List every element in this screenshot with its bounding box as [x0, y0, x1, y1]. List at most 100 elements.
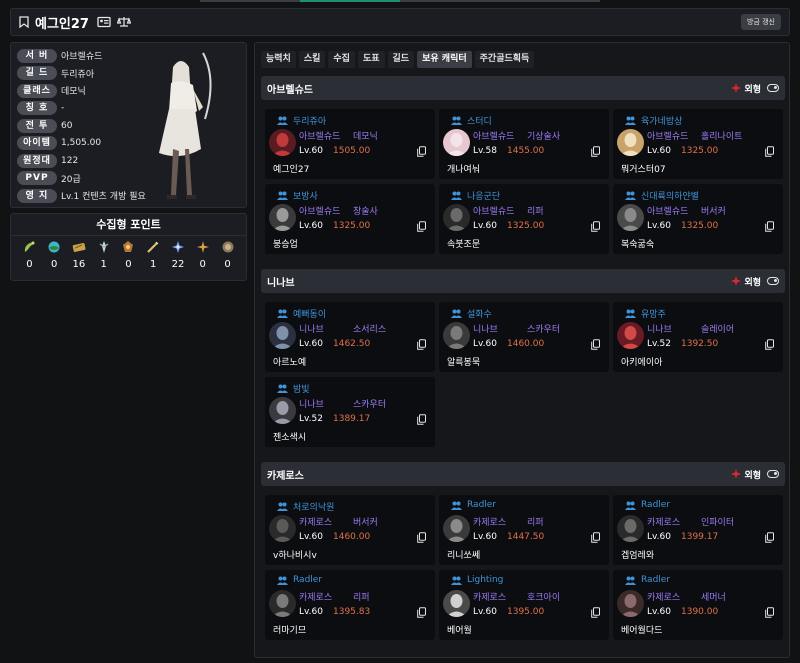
copy-icon[interactable]: [417, 414, 426, 425]
profile-row: 아이템 1,505.00: [17, 136, 101, 151]
profile-row-label: PVP: [17, 171, 57, 185]
copy-icon[interactable]: [417, 221, 426, 232]
character-avatar: [269, 515, 296, 542]
guild-link[interactable]: 스터디: [451, 114, 492, 127]
character-card[interactable]: Radler 카제로스 리퍼 Lv.60 1395.83 러마기므: [265, 570, 435, 640]
guild-name: 예뻐동이: [293, 310, 327, 320]
top-progress-accent: [300, 0, 400, 2]
guild-link[interactable]: 보방사: [277, 189, 318, 202]
character-card[interactable]: 밤빛 니나브 스카우터 Lv.52 1389.17 젠소색시: [265, 377, 435, 447]
copy-icon[interactable]: [591, 221, 600, 232]
guild-link[interactable]: 나응군단: [451, 189, 500, 202]
guild-link[interactable]: Radler: [625, 500, 670, 510]
character-card[interactable]: 신대륙의하얀별 아브렐슈드 버서커 Lv.60 1325.00 복숙굶숙: [613, 184, 783, 254]
character-card[interactable]: Lighting 카제로스 호크아이 Lv.60 1395.00 베어월: [439, 570, 609, 640]
character-avatar: [269, 322, 296, 349]
guild-link[interactable]: 처로의낙원: [277, 500, 334, 513]
character-server: 카제로스: [647, 518, 681, 528]
character-class: 인파이터: [701, 518, 735, 528]
copy-icon[interactable]: [765, 339, 774, 350]
guild-link[interactable]: 신대륙의하얀별: [625, 189, 699, 202]
character-level: Lv.60: [647, 607, 671, 617]
guild-link[interactable]: Radler: [451, 500, 496, 510]
guild-link[interactable]: Lighting: [451, 575, 503, 585]
character-card[interactable]: 육가네밥상 아브렐슈드 홀리나이트 Lv.60 1325.00 뭐거스터07: [613, 109, 783, 179]
guild-link[interactable]: Radler: [625, 575, 670, 585]
copy-icon[interactable]: [591, 339, 600, 350]
collectible-item: 0: [18, 240, 40, 270]
guild-link[interactable]: Radler: [277, 575, 322, 585]
tab-스킬[interactable]: 스킬: [298, 51, 326, 68]
copy-icon[interactable]: [765, 146, 774, 157]
copy-icon[interactable]: [591, 607, 600, 618]
tab-수집[interactable]: 수집: [328, 51, 355, 68]
tab-길드[interactable]: 길드: [387, 51, 415, 68]
copy-icon[interactable]: [765, 532, 774, 543]
character-avatar: [443, 322, 470, 349]
copy-icon[interactable]: [417, 339, 426, 350]
guild-name: Radler: [293, 575, 323, 585]
tab-도표[interactable]: 도표: [357, 51, 385, 68]
copy-icon[interactable]: [765, 221, 774, 232]
character-server: 카제로스: [299, 518, 333, 528]
guild-name: Lighting: [467, 575, 504, 585]
character-class: 리퍼: [527, 207, 544, 217]
guild-link[interactable]: 밤빛: [277, 382, 310, 395]
copy-icon[interactable]: [417, 607, 426, 618]
character-class: 리퍼: [353, 593, 370, 603]
bookmark-icon[interactable]: [19, 16, 29, 28]
tab-능력치[interactable]: 능력치: [261, 51, 296, 68]
tab-주간골드획득[interactable]: 주간골드획득: [474, 51, 535, 68]
refresh-button[interactable]: 방금 갱신: [741, 14, 781, 30]
character-card[interactable]: Radler 카제로스 리퍼 Lv.60 1447.50 리니쏘쎄: [439, 495, 609, 565]
character-card[interactable]: 나응군단 아브렐슈드 리퍼 Lv.60 1325.00 속붓조문: [439, 184, 609, 254]
character-item-level: 1505.00: [333, 146, 371, 156]
character-name: 예그인27: [35, 16, 89, 32]
look-toggle[interactable]: 외형: [731, 468, 779, 481]
toggle-switch[interactable]: [767, 470, 779, 478]
profile-row-value: 두리쥬아: [61, 69, 95, 80]
character-card[interactable]: Radler 카제로스 인파이터 Lv.60 1399.17 겝엄레와: [613, 495, 783, 565]
copy-icon[interactable]: [765, 607, 774, 618]
look-toggle[interactable]: 외형: [731, 275, 779, 288]
character-card[interactable]: 설화수 니나브 스카우터 Lv.60 1460.00 알륵봉묵: [439, 302, 609, 372]
id-card-icon[interactable]: [97, 16, 111, 28]
mokoko-seed-icon: [25, 241, 35, 252]
character-server: 아브렐슈드: [473, 207, 515, 217]
profile-row-value: 20급: [61, 174, 81, 185]
collectible-count: 22: [171, 259, 185, 270]
character-card[interactable]: 유망주 니나브 슬레이어 Lv.52 1392.50 아키에이아: [613, 302, 783, 372]
character-card[interactable]: 예뻐동이 니나브 소서리스 Lv.60 1462.50 아르노예: [265, 302, 435, 372]
character-avatar: [443, 515, 470, 542]
look-toggle[interactable]: 외형: [731, 82, 779, 95]
character-header: 예그인27 방금 갱신: [10, 8, 790, 36]
copy-icon[interactable]: [591, 532, 600, 543]
guild-link[interactable]: 설화수: [451, 307, 492, 320]
toggle-switch[interactable]: [767, 277, 779, 285]
character-card[interactable]: Radler 카제로스 세머너 Lv.60 1390.00 베어월다드: [613, 570, 783, 640]
profile-row-label: 칭 호: [17, 101, 57, 115]
users-icon: [277, 576, 288, 585]
tab-보유 캐릭터[interactable]: 보유 캐릭터: [417, 51, 472, 68]
copy-icon[interactable]: [417, 146, 426, 157]
character-card[interactable]: 보방사 아브렐슈드 창술사 Lv.60 1325.00 붕승업: [265, 184, 435, 254]
guild-link[interactable]: 예뻐동이: [277, 307, 326, 320]
character-card[interactable]: 처로의낙원 카제로스 버서커 Lv.60 1460.00 v하나비시v: [265, 495, 435, 565]
guild-link[interactable]: 두리쥬아: [277, 114, 326, 127]
collectible-item: 22: [167, 240, 189, 270]
character-server: 카제로스: [473, 518, 507, 528]
starburst-icon: [731, 83, 742, 93]
copy-icon[interactable]: [591, 146, 600, 157]
copy-icon[interactable]: [417, 532, 426, 543]
guild-link[interactable]: 유망주: [625, 307, 666, 320]
guild-link[interactable]: 육가네밥상: [625, 114, 682, 127]
guild-name: 처로의낙원: [293, 503, 335, 513]
world-tree-leaf-icon: [171, 241, 184, 253]
toggle-switch[interactable]: [767, 84, 779, 92]
character-avatar: [269, 129, 296, 156]
scale-icon[interactable]: [116, 16, 131, 28]
character-level: Lv.60: [299, 339, 323, 349]
character-name: v하나비시v: [273, 551, 317, 561]
character-card[interactable]: 스터디 아브렐슈드 기상술사 Lv.58 1455.00 개나여눠: [439, 109, 609, 179]
character-card[interactable]: 두리쥬아 아브렐슈드 데모닉 Lv.60 1505.00 예그인27: [265, 109, 435, 179]
